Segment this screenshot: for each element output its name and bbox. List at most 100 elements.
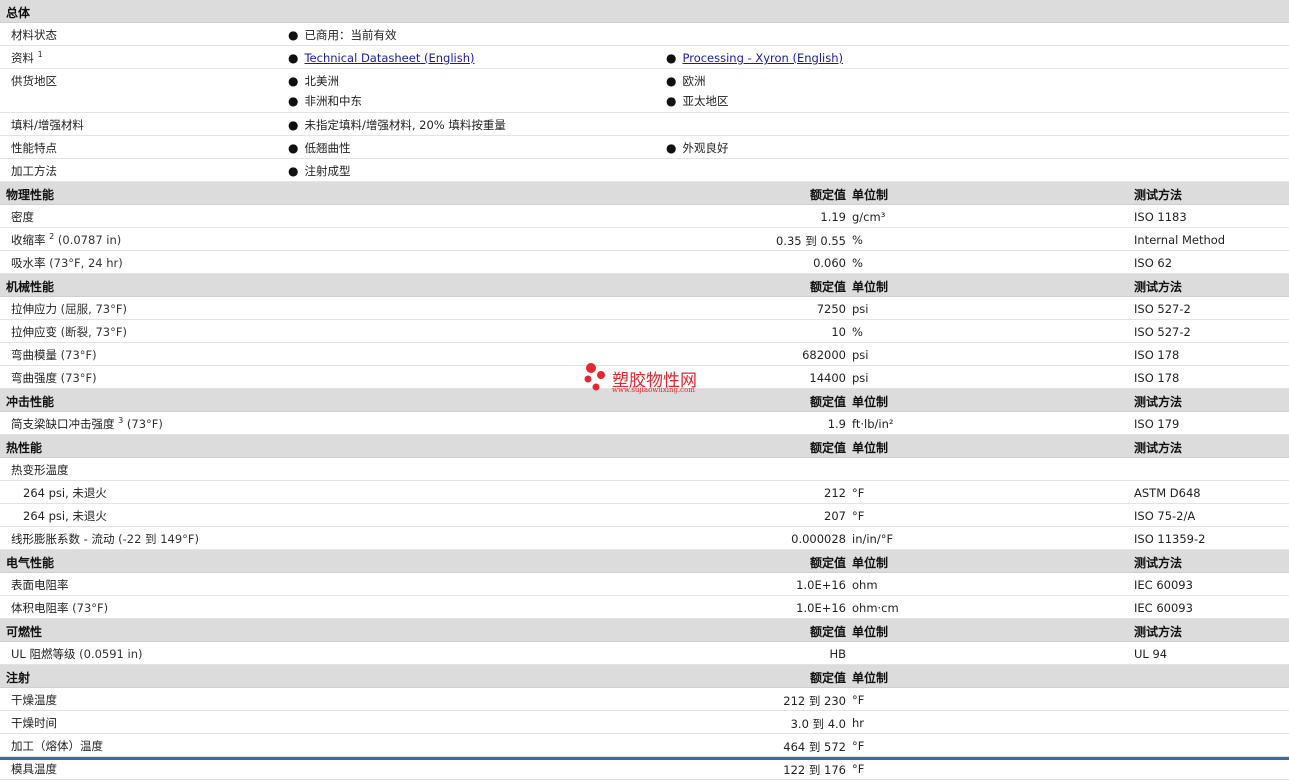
- property-value: 1.9: [827, 417, 846, 431]
- test-method: ISO 179: [1134, 417, 1180, 431]
- property-row: 热变形温度: [0, 458, 1289, 481]
- property-label: 表面电阻率: [11, 578, 69, 592]
- filler-item: ● 未指定填料/增强材料, 20% 填料按重量: [288, 118, 506, 132]
- property-label: 264 psi, 未退火: [23, 509, 107, 523]
- property-value: 10: [831, 325, 846, 339]
- row-material-status: 材料状态 ● 已商用：当前有效: [0, 23, 1289, 46]
- property-value: 212 到 230: [783, 694, 846, 708]
- property-unit: g/cm³: [852, 210, 886, 224]
- bullet-icon: ●: [288, 28, 299, 42]
- property-row: 干燥时间 3.0 到 4.0 hr: [0, 711, 1289, 734]
- region-item: ● 北美洲: [288, 74, 339, 88]
- bullet-icon: ●: [288, 118, 299, 132]
- header-nominal: 额定值: [809, 671, 846, 685]
- property-label: 干燥时间: [11, 716, 57, 730]
- property-unit: °F: [852, 509, 865, 523]
- property-value: 14400: [809, 371, 846, 385]
- section-title: 电气性能: [6, 556, 55, 570]
- header-nominal: 额定值: [809, 188, 846, 202]
- bullet-icon: ●: [666, 74, 677, 88]
- property-row: 线形膨胀系数 - 流动 (-22 到 149°F) 0.000028 in/in…: [0, 527, 1289, 550]
- property-label: 密度: [11, 210, 34, 224]
- property-label: 加工（熔体）温度: [11, 739, 103, 753]
- property-unit: ohm·cm: [852, 601, 899, 615]
- property-unit: °F: [852, 486, 865, 500]
- property-value: 0.060: [813, 256, 846, 270]
- bullet-icon: ●: [288, 164, 299, 178]
- section-general: 总体: [0, 0, 1289, 23]
- property-unit: °F: [852, 762, 865, 776]
- row-processing-method: 加工方法 ● 注射成型: [0, 159, 1289, 182]
- row-documents: 资料 1 ● Technical Datasheet (English) ● Pro…: [0, 46, 1289, 69]
- feature-item: ● 外观良好: [666, 141, 729, 155]
- row-label: 加工方法: [11, 164, 57, 178]
- bullet-icon: ●: [288, 74, 299, 88]
- property-label: 拉伸应变 (断裂, 73°F): [11, 325, 127, 339]
- header-unit: 单位制: [852, 395, 889, 409]
- test-method: Internal Method: [1134, 233, 1226, 247]
- property-row: 拉伸应力 (屈服, 73°F) 7250 psi ISO 527-2: [0, 297, 1289, 320]
- property-label: UL 阻燃等级 (0.0591 in): [11, 647, 143, 661]
- processing-link[interactable]: Processing - Xyron (English): [682, 51, 843, 65]
- test-method: ISO 178: [1134, 371, 1180, 385]
- test-method: ISO 527-2: [1134, 302, 1191, 316]
- property-label: 弯曲强度 (73°F): [11, 371, 97, 385]
- property-row: UL 阻燃等级 (0.0591 in) HB UL 94: [0, 642, 1289, 665]
- property-unit: %: [852, 256, 863, 270]
- section-title: 热性能: [6, 441, 43, 455]
- doc-item: ● Processing - Xyron (English): [666, 51, 843, 65]
- bullet-icon: ●: [288, 51, 299, 65]
- region-item: ● 非洲和中东: [288, 94, 362, 108]
- property-unit: in/in/°F: [852, 532, 894, 546]
- test-method: ISO 527-2: [1134, 325, 1191, 339]
- property-unit: hr: [852, 716, 865, 730]
- bullet-icon: ●: [666, 94, 677, 108]
- property-row: 简支梁缺口冲击强度 3 (73°F) 1.9 ft·lb/in² ISO 179: [0, 412, 1289, 435]
- watermark: 塑胶物性网 www.sujiaowuxing.com: [582, 362, 732, 398]
- row-regions: 供货地区 ● 北美洲 ● 欧洲 ● 非洲和中东 ● 亚太地区: [0, 69, 1289, 113]
- technical-datasheet-link[interactable]: Technical Datasheet (English): [304, 51, 474, 65]
- property-label: 线形膨胀系数 - 流动 (-22 到 149°F): [11, 532, 200, 546]
- bullet-icon: ●: [666, 141, 677, 155]
- property-row: 264 psi, 未退火 207 °F ISO 75-2/A: [0, 504, 1289, 527]
- doc-item: ● Technical Datasheet (English): [288, 51, 475, 65]
- test-method: ISO 75-2/A: [1134, 509, 1196, 523]
- property-label: 264 psi, 未退火: [23, 486, 107, 500]
- header-nominal: 额定值: [809, 556, 846, 570]
- bullet-icon: ●: [288, 141, 299, 155]
- property-value: 7250: [816, 302, 846, 316]
- header-method: 测试方法: [1134, 441, 1183, 455]
- bullet-icon: ●: [288, 94, 299, 108]
- property-label: 拉伸应力 (屈服, 73°F): [11, 302, 127, 316]
- section-thermal: 热性能 额定值 单位制 测试方法: [0, 435, 1289, 458]
- property-value: 682000: [802, 348, 846, 362]
- property-unit: ft·lb/in²: [852, 417, 894, 431]
- property-row: 表面电阻率 1.0E+16 ohm IEC 60093: [0, 573, 1289, 596]
- test-method: ISO 178: [1134, 348, 1180, 362]
- property-unit: %: [852, 233, 863, 247]
- property-value: 1.0E+16: [796, 601, 846, 615]
- header-unit: 单位制: [852, 671, 889, 685]
- header-nominal: 额定值: [809, 395, 846, 409]
- property-row: 体积电阻率 (73°F) 1.0E+16 ohm·cm IEC 60093: [0, 596, 1289, 619]
- test-method: ISO 11359-2: [1134, 532, 1206, 546]
- property-label: 收缩率 2 (0.0787 in): [11, 232, 122, 247]
- test-method: UL 94: [1134, 647, 1168, 661]
- header-unit: 单位制: [852, 625, 889, 639]
- property-unit: psi: [852, 371, 869, 385]
- header-method: 测试方法: [1134, 625, 1183, 639]
- property-row: 吸水率 (73°F, 24 hr) 0.060 % ISO 62: [0, 251, 1289, 274]
- property-unit: °F: [852, 693, 865, 707]
- test-method: ASTM D648: [1134, 486, 1201, 500]
- test-method: ISO 1183: [1134, 210, 1187, 224]
- test-method: ISO 62: [1134, 256, 1173, 270]
- status-value: 已商用：当前有效: [304, 28, 397, 42]
- header-method: 测试方法: [1134, 556, 1183, 570]
- row-features: 性能特点 ● 低翘曲性 ● 外观良好: [0, 136, 1289, 159]
- region-item: ● 亚太地区: [666, 94, 729, 108]
- header-nominal: 额定值: [809, 280, 846, 294]
- property-row: 加工（熔体）温度 464 到 572 °F: [0, 734, 1289, 757]
- row-label: 资料 1: [11, 50, 43, 65]
- header-nominal: 额定值: [809, 625, 846, 639]
- row-label: 性能特点: [11, 141, 57, 155]
